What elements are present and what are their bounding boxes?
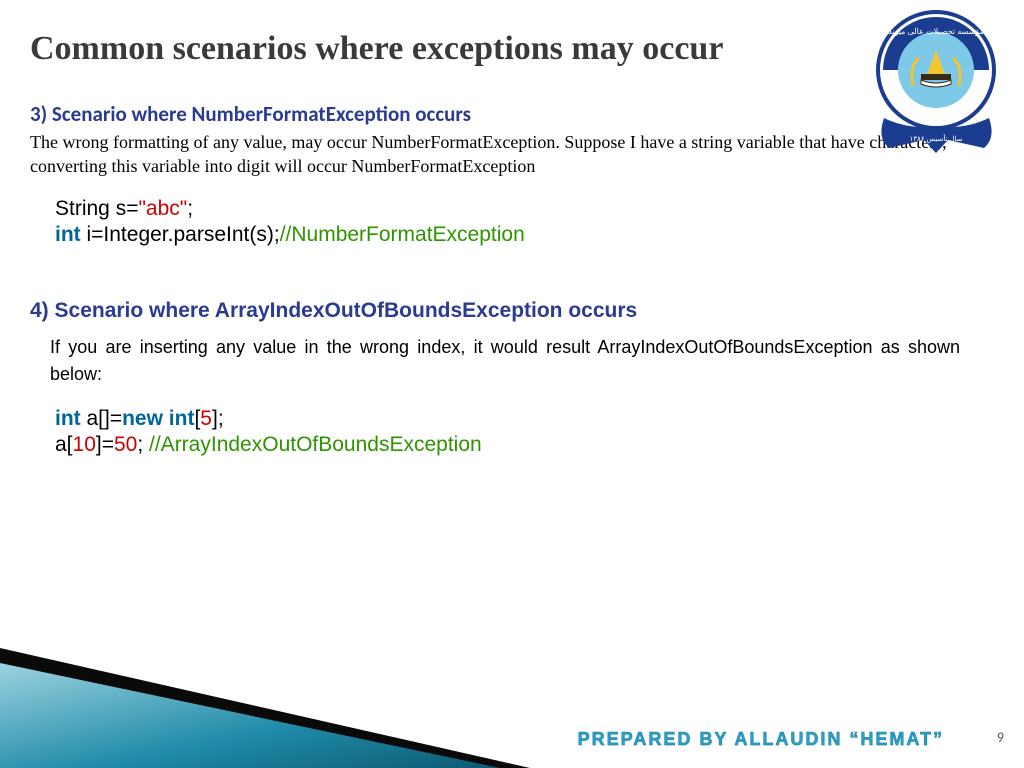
section-4-heading: 4) Scenario where ArrayIndexOutOfBoundsE…	[0, 249, 1024, 326]
code-text: ]=	[96, 433, 114, 456]
code-text: String s=	[55, 197, 138, 220]
footer-credit: PREPARED BY ALLAUDIN “HEMAT”	[578, 729, 944, 750]
code-comment: //NumberFormatException	[280, 223, 525, 246]
code-text: ];	[212, 407, 224, 430]
code-keyword: int	[55, 223, 81, 246]
code-text: a[]=	[81, 407, 122, 430]
code-comment: //ArrayIndexOutOfBoundsException	[149, 433, 482, 456]
code-text: ;	[187, 197, 193, 220]
section-3-text: The wrong formatting of any value, may o…	[0, 130, 1000, 179]
code-number: 5	[200, 407, 212, 430]
page-number: 9	[997, 729, 1004, 746]
code-string: "abc"	[138, 197, 187, 220]
logo-top-text: مؤسسه تحصیلات عالی میوند	[888, 27, 984, 36]
institution-logo: مؤسسه تحصیلات عالی میوند سال تأسیس ۱۳۸۶	[869, 8, 1004, 163]
code-number: 50	[114, 433, 137, 456]
section-4-code: int a[]=new int[5]; a[10]=50; //ArrayInd…	[0, 388, 1024, 459]
code-text: ;	[137, 433, 149, 456]
section-4-text: If you are inserting any value in the wr…	[0, 326, 1000, 388]
section-3-code: String s="abc"; int i=Integer.parseInt(s…	[0, 178, 1024, 249]
slide-title: Common scenarios where exceptions may oc…	[0, 0, 850, 71]
code-keyword: int	[55, 407, 81, 430]
code-keyword: new int	[122, 407, 194, 430]
code-text: a[	[55, 433, 73, 456]
code-number: 10	[73, 433, 96, 456]
code-text: i=Integer.parseInt(s);	[81, 223, 280, 246]
